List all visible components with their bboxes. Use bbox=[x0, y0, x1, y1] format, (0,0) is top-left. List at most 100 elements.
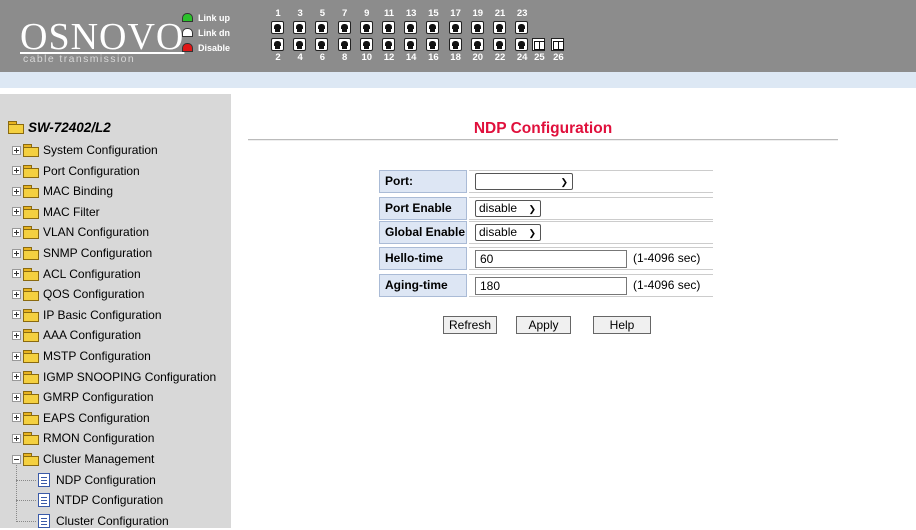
help-button[interactable]: Help bbox=[593, 316, 651, 334]
fiber-port-icon[interactable] bbox=[551, 38, 565, 51]
port-number-label: 17 bbox=[450, 8, 461, 19]
folder-icon bbox=[23, 205, 39, 219]
port-number-label: 10 bbox=[361, 52, 373, 63]
expand-icon[interactable] bbox=[12, 310, 21, 320]
chevron-down-icon: ❯ bbox=[528, 228, 536, 238]
sidebar-item-system-configuration[interactable]: System Configuration bbox=[12, 141, 158, 159]
expand-icon[interactable] bbox=[12, 413, 21, 423]
ethernet-port-icon[interactable] bbox=[359, 21, 373, 34]
ethernet-port-icon[interactable] bbox=[315, 38, 329, 51]
expand-icon[interactable] bbox=[12, 372, 21, 382]
sidebar-child-ndp-configuration[interactable]: NDP Configuration bbox=[38, 471, 156, 489]
expand-icon[interactable] bbox=[12, 186, 21, 196]
ethernet-port-icon[interactable] bbox=[493, 21, 506, 34]
expand-icon[interactable] bbox=[12, 207, 21, 217]
port-number-label: 4 bbox=[297, 52, 303, 63]
title-divider bbox=[248, 139, 838, 141]
ethernet-port-icon[interactable] bbox=[382, 38, 395, 51]
refresh-button[interactable]: Refresh bbox=[443, 316, 497, 334]
expand-icon[interactable] bbox=[12, 269, 21, 279]
ethernet-port-icon[interactable] bbox=[315, 21, 329, 34]
tree-root-switch[interactable]: SW-72402/L2 bbox=[8, 118, 111, 136]
ethernet-port-icon[interactable] bbox=[293, 21, 307, 34]
expand-icon[interactable] bbox=[12, 351, 21, 361]
form-row-aging-time: Aging-time 180 (1-4096 sec) bbox=[379, 274, 713, 297]
ethernet-port-icon[interactable] bbox=[382, 21, 395, 34]
global-enable-cell: disable ❯ bbox=[469, 221, 713, 244]
sidebar-item-mac-filter[interactable]: MAC Filter bbox=[12, 203, 100, 221]
document-icon bbox=[38, 472, 50, 487]
disable-icon bbox=[182, 43, 193, 52]
ethernet-port-icon[interactable] bbox=[271, 38, 284, 51]
expand-icon[interactable] bbox=[12, 248, 21, 258]
aging-time-input[interactable]: 180 bbox=[475, 277, 627, 295]
expand-icon[interactable] bbox=[12, 227, 21, 237]
sidebar-item-label: Port Configuration bbox=[43, 163, 140, 178]
sidebar-child-cluster-configuration[interactable]: Cluster Configuration bbox=[38, 512, 169, 530]
ethernet-port-icon[interactable] bbox=[271, 21, 284, 34]
chevron-down-icon: ❯ bbox=[560, 177, 568, 187]
header-bar: OSNOVO cable transmission Link up Link d… bbox=[0, 0, 916, 72]
sidebar-item-label: ACL Configuration bbox=[43, 266, 141, 281]
port-number-label: 13 bbox=[405, 8, 417, 19]
ethernet-port-icon[interactable] bbox=[426, 21, 440, 34]
folder-icon bbox=[23, 288, 39, 302]
ethernet-port-icon[interactable] bbox=[337, 38, 351, 51]
expand-icon[interactable] bbox=[12, 330, 21, 340]
apply-button[interactable]: Apply bbox=[516, 316, 571, 334]
osnovo-logo: OSNOVO cable transmission bbox=[20, 18, 183, 65]
sidebar-item-label: VLAN Configuration bbox=[43, 225, 150, 240]
chevron-down-icon: ❯ bbox=[528, 204, 536, 214]
legend-disable: Disable bbox=[182, 40, 262, 55]
sidebar-child-ntdp-configuration[interactable]: NTDP Configuration bbox=[38, 491, 163, 509]
ethernet-port-icon[interactable] bbox=[359, 38, 373, 51]
port-select[interactable]: ❯ bbox=[475, 173, 573, 190]
sidebar-item-vlan-configuration[interactable]: VLAN Configuration bbox=[12, 223, 149, 241]
port-panel: 1 3 5 7 9 11 13 15 17 19 21 23 2 4 6 8 10 12 14 16 18 20 22 24 2… bbox=[270, 8, 610, 68]
sidebar-item-port-configuration[interactable]: Port Configuration bbox=[12, 162, 140, 180]
expand-icon[interactable] bbox=[12, 392, 21, 402]
port-enable-select[interactable]: disable ❯ bbox=[475, 200, 541, 217]
ethernet-port-icon[interactable] bbox=[470, 38, 484, 51]
expand-icon[interactable] bbox=[12, 289, 21, 299]
sidebar-item-mstp-configuration[interactable]: MSTP Configuration bbox=[12, 347, 151, 365]
ethernet-port-icon[interactable] bbox=[448, 38, 462, 51]
sidebar-item-igmp-snooping-configuration[interactable]: IGMP SNOOPING Configuration bbox=[12, 368, 216, 386]
port-number-label: 6 bbox=[319, 52, 326, 63]
sidebar-item-rmon-configuration[interactable]: RMON Configuration bbox=[12, 429, 154, 447]
ethernet-port-icon[interactable] bbox=[293, 38, 307, 51]
collapse-icon[interactable] bbox=[12, 454, 21, 464]
ethernet-port-icon[interactable] bbox=[337, 21, 351, 34]
folder-icon bbox=[23, 226, 39, 240]
hello-time-input[interactable]: 60 bbox=[475, 250, 627, 268]
header-strip bbox=[0, 72, 916, 88]
ethernet-port-icon[interactable] bbox=[404, 38, 418, 51]
sidebar-item-qos-configuration[interactable]: QOS Configuration bbox=[12, 285, 144, 303]
sidebar-item-label: MAC Binding bbox=[43, 184, 114, 199]
navigation-tree: SW-72402/L2 System Configuration Port Con… bbox=[0, 94, 231, 528]
global-enable-select[interactable]: disable ❯ bbox=[475, 224, 541, 241]
expand-icon[interactable] bbox=[12, 166, 21, 176]
sidebar-item-cluster-management[interactable]: Cluster Management bbox=[12, 450, 154, 468]
sidebar-item-snmp-configuration[interactable]: SNMP Configuration bbox=[12, 244, 152, 262]
sidebar-item-ip-basic-configuration[interactable]: IP Basic Configuration bbox=[12, 306, 162, 324]
expand-icon[interactable] bbox=[12, 433, 21, 443]
expand-icon[interactable] bbox=[12, 145, 21, 155]
ethernet-port-icon[interactable] bbox=[515, 38, 529, 51]
sidebar-item-label: IGMP SNOOPING Configuration bbox=[43, 369, 217, 384]
sidebar-item-acl-configuration[interactable]: ACL Configuration bbox=[12, 265, 141, 283]
tree-root-label: SW-72402/L2 bbox=[28, 119, 111, 135]
ethernet-port-icon[interactable] bbox=[426, 38, 440, 51]
sidebar-item-mac-binding[interactable]: MAC Binding bbox=[12, 182, 113, 200]
ethernet-port-icon[interactable] bbox=[515, 21, 529, 34]
sidebar-item-eaps-configuration[interactable]: EAPS Configuration bbox=[12, 409, 150, 427]
ethernet-port-icon[interactable] bbox=[470, 21, 484, 34]
fiber-port-icon[interactable] bbox=[532, 38, 546, 51]
ethernet-port-icon[interactable] bbox=[404, 21, 418, 34]
port-label: Port: bbox=[379, 170, 467, 193]
sidebar-item-gmrp-configuration[interactable]: GMRP Configuration bbox=[12, 388, 154, 406]
folder-icon bbox=[23, 164, 39, 178]
ethernet-port-icon[interactable] bbox=[493, 38, 506, 51]
ethernet-port-icon[interactable] bbox=[448, 21, 462, 34]
sidebar-item-aaa-configuration[interactable]: AAA Configuration bbox=[12, 326, 141, 344]
